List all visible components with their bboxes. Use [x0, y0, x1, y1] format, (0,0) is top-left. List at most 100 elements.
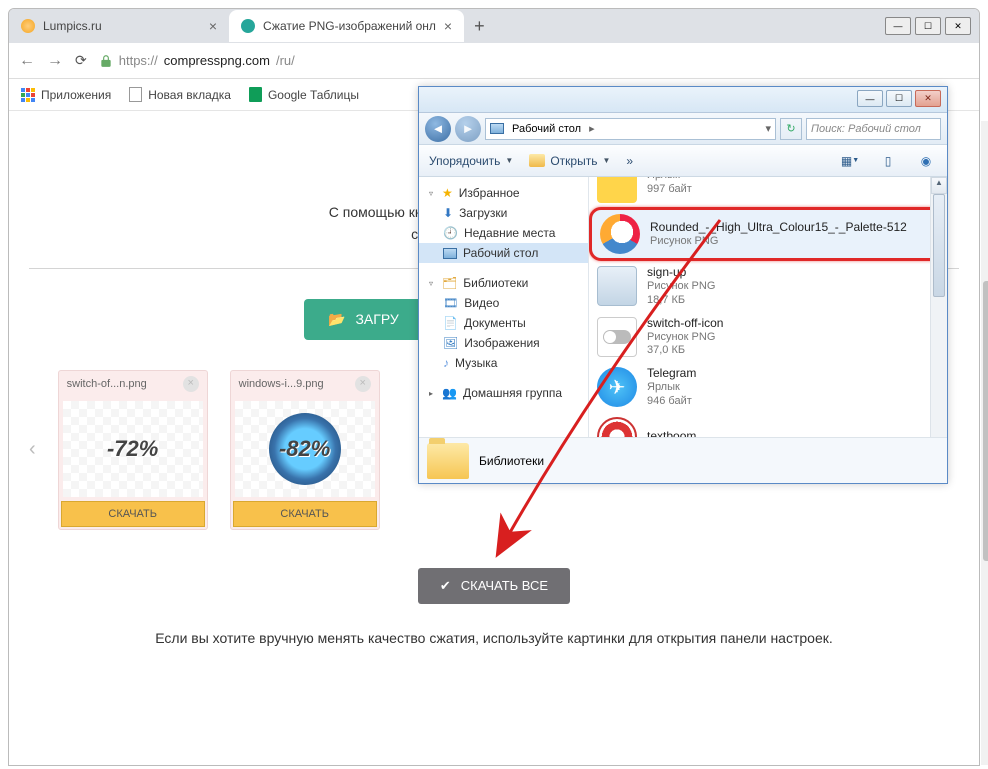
document-icon: 📄: [443, 316, 458, 330]
organize-menu[interactable]: Упорядочить▼: [429, 154, 513, 168]
image-icon: 🖼: [443, 336, 458, 350]
tab-lumpics[interactable]: Lumpics.ru ×: [9, 10, 229, 42]
refresh-button[interactable]: ↻: [780, 118, 802, 140]
close-icon[interactable]: ×: [444, 18, 452, 34]
sidebar-video[interactable]: 🎞Видео: [419, 293, 588, 313]
file-item[interactable]: sign-up Рисунок PNG 18,7 КБ: [589, 261, 947, 312]
sidebar-favorites[interactable]: ▿★Избранное: [419, 183, 588, 203]
explorer-nav: ◄ ► Рабочий стол ▸ ▾ ↻ Поиск: Рабочий ст…: [419, 113, 947, 145]
minimize-button[interactable]: —: [885, 17, 911, 35]
explorer-statusbar: Библиотеки: [419, 437, 947, 483]
remove-icon[interactable]: ×: [183, 376, 199, 392]
folder-icon: [427, 443, 469, 479]
close-button[interactable]: ✕: [915, 90, 941, 107]
sidebar-libraries[interactable]: ▿🗂Библиотеки: [419, 273, 588, 293]
thumbnail-filename: switch-of...n.png: [67, 378, 147, 390]
url-protocol: https://: [119, 53, 158, 68]
window-controls: — ☐ ✕: [885, 17, 979, 35]
bookmark-gsheets[interactable]: Google Таблицы: [249, 87, 359, 102]
maximize-button[interactable]: ☐: [915, 17, 941, 35]
maximize-button[interactable]: ☐: [886, 90, 912, 107]
download-all-button[interactable]: ✔ СКАЧАТЬ ВСЕ: [418, 568, 570, 604]
url-input[interactable]: https:// compresspng.com/ru/: [99, 53, 295, 68]
download-icon: ⬇: [443, 206, 453, 220]
reload-button[interactable]: ⟳: [75, 52, 87, 69]
url-host: compresspng.com: [164, 53, 270, 68]
thumbnail-preview: -82%: [235, 401, 375, 497]
compression-badge: -72%: [107, 436, 158, 462]
png-icon: [597, 317, 637, 357]
forward-button[interactable]: →: [47, 52, 63, 70]
shortcut-icon: [597, 177, 637, 203]
sidebar-downloads[interactable]: ⬇Загрузки: [419, 203, 588, 223]
sheets-icon: [249, 87, 262, 102]
star-icon: ★: [442, 186, 453, 200]
preview-pane-button[interactable]: ▯: [877, 151, 899, 171]
sidebar-music[interactable]: ♪Музыка: [419, 353, 588, 373]
thumbnail-header: switch-of...n.png ×: [59, 371, 207, 397]
path-breadcrumb[interactable]: Рабочий стол ▸ ▾: [485, 118, 776, 140]
url-path: /ru/: [276, 53, 295, 68]
tab-bar: Lumpics.ru × Сжатие PNG-изображений онл …: [9, 9, 979, 43]
forward-button[interactable]: ►: [455, 116, 481, 142]
view-options-button[interactable]: ▦ ▼: [839, 151, 861, 171]
bookmark-new-tab[interactable]: Новая вкладка: [129, 87, 231, 102]
library-icon: 🗂: [442, 276, 457, 290]
apps-icon: [21, 88, 35, 102]
apps-label: Приложения: [41, 88, 111, 102]
toolbar-overflow[interactable]: »: [626, 154, 633, 168]
folder-icon: [529, 154, 545, 167]
thumbnail-filename: windows-i...9.png: [239, 378, 324, 390]
sidebar-desktop[interactable]: Рабочий стол: [419, 243, 588, 263]
minimize-button[interactable]: —: [857, 90, 883, 107]
tab-compresspng[interactable]: Сжатие PNG-изображений онл ×: [229, 10, 464, 42]
file-item-selected[interactable]: Rounded_-_High_Ultra_Colour15_-_Palette-…: [589, 207, 947, 261]
file-item[interactable]: Ярлык 997 байт: [589, 177, 947, 207]
apps-shortcut[interactable]: Приложения: [21, 88, 111, 102]
music-icon: ♪: [443, 356, 449, 370]
close-button[interactable]: ✕: [945, 17, 971, 35]
search-input[interactable]: Поиск: Рабочий стол: [806, 118, 941, 140]
back-button[interactable]: ◄: [425, 116, 451, 142]
check-icon: ✔: [440, 578, 451, 594]
thumbnail-header: windows-i...9.png ×: [231, 371, 379, 397]
sidebar-documents[interactable]: 📄Документы: [419, 313, 588, 333]
video-icon: 🎞: [443, 296, 458, 310]
carousel-prev[interactable]: ‹: [29, 438, 36, 461]
tab-favicon: [241, 19, 255, 33]
address-bar: ← → ⟳ https:// compresspng.com/ru/: [9, 43, 979, 79]
sidebar-homegroup[interactable]: ▸👥Домашняя группа: [419, 383, 588, 403]
page-icon: [129, 87, 142, 102]
palette-icon: [600, 214, 640, 254]
tab-favicon: [21, 19, 35, 33]
explorer-titlebar[interactable]: — ☐ ✕: [419, 87, 947, 113]
explorer-window: — ☐ ✕ ◄ ► Рабочий стол ▸ ▾ ↻ Поиск: Рабо…: [418, 86, 948, 484]
remove-icon[interactable]: ×: [355, 376, 371, 392]
download-button[interactable]: СКАЧАТЬ: [61, 501, 205, 527]
back-button[interactable]: ←: [19, 52, 35, 70]
file-item[interactable]: ✈ Telegram Ярлык 946 байт: [589, 362, 947, 413]
homegroup-icon: 👥: [442, 386, 457, 400]
download-button[interactable]: СКАЧАТЬ: [233, 501, 377, 527]
scroll-up-button[interactable]: ▲: [931, 177, 947, 194]
thumbnail-card[interactable]: switch-of...n.png × -72% СКАЧАТЬ: [58, 370, 208, 530]
sidebar-recent[interactable]: 🕘Недавние места: [419, 223, 588, 243]
file-item[interactable]: switch-off-icon Рисунок PNG 37,0 КБ: [589, 312, 947, 363]
sidebar-images[interactable]: 🖼Изображения: [419, 333, 588, 353]
new-tab-button[interactable]: +: [464, 16, 495, 37]
thumbnail-card[interactable]: windows-i...9.png × -82% СКАЧАТЬ: [230, 370, 380, 530]
path-segment[interactable]: Рабочий стол: [508, 123, 585, 135]
status-label: Библиотеки: [479, 454, 544, 468]
chevron-down-icon[interactable]: ▾: [765, 122, 771, 135]
clock-icon: 🕘: [443, 226, 458, 240]
telegram-icon: ✈: [597, 367, 637, 407]
thumbnail-preview: -72%: [63, 401, 203, 497]
close-icon[interactable]: ×: [209, 18, 217, 34]
compression-badge: -82%: [279, 436, 330, 462]
upload-button[interactable]: 📂 ЗАГРУ: [304, 299, 424, 340]
help-button[interactable]: ◉: [915, 151, 937, 171]
lock-icon: [99, 54, 113, 68]
page-scrollbar[interactable]: [981, 121, 988, 765]
open-button[interactable]: Открыть▼: [529, 154, 610, 168]
png-icon: [597, 266, 637, 306]
